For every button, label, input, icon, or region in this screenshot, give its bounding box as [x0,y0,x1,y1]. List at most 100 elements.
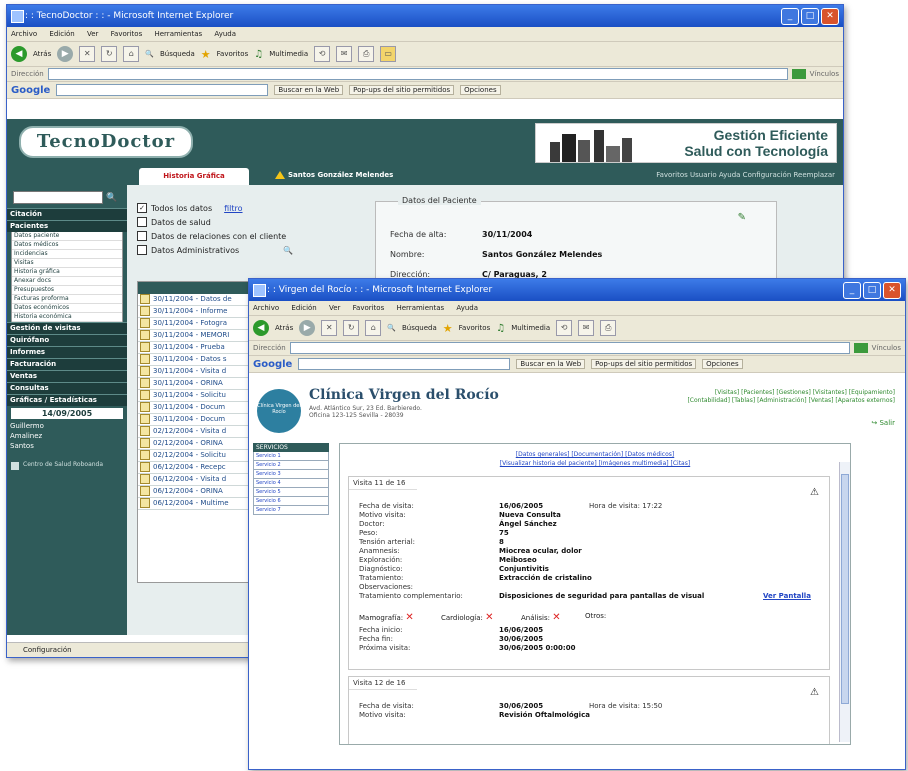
stop-icon[interactable]: ✕ [79,46,96,62]
service-item[interactable]: Servicio 2 [253,461,329,470]
back-label[interactable]: Atrás [33,50,51,58]
sidebar-item-informes[interactable]: Informes [7,346,127,358]
sidebar-user[interactable]: Santos [7,441,127,451]
menu-ver[interactable]: Ver [329,304,340,312]
google-popups-button[interactable]: Pop-ups del sitio permitidos [349,85,455,95]
checkbox[interactable] [137,245,147,255]
multimedia-label[interactable]: Multimedia [269,50,308,58]
checkbox-row[interactable]: Datos de relaciones con el cliente [137,229,355,243]
clinic-logo[interactable]: Clínica Virgen del Rocío [257,389,301,433]
menu-favoritos[interactable]: Favoritos [353,304,385,312]
print-icon[interactable]: ⎙ [600,320,617,336]
minimize-button[interactable]: _ [781,8,799,25]
google-search-web-button[interactable]: Buscar en la Web [516,359,586,369]
mail-icon[interactable]: ✉ [578,320,595,336]
google-options-button[interactable]: Opciones [460,85,501,95]
multimedia-label[interactable]: Multimedia [511,324,550,332]
forward-arrow-icon[interactable]: ▶ [299,320,316,336]
google-logo[interactable]: Google [11,85,50,96]
top-links-row-1[interactable]: [Visitas] [Pacientes] [Gestiones] [Visit… [687,389,895,397]
back-arrow-icon[interactable]: ◀ [11,46,27,62]
address-input[interactable] [47,68,788,80]
scrollbar[interactable] [839,462,850,742]
links-label[interactable]: Vínculos [872,344,901,352]
close-button[interactable]: ✕ [883,282,901,299]
menu-herramientas[interactable]: Herramientas [154,30,202,38]
checkbox[interactable] [137,217,147,227]
menu-ayuda[interactable]: Ayuda [214,30,236,38]
search-icon[interactable]: 🔍 [145,50,154,58]
google-options-button[interactable]: Opciones [702,359,743,369]
service-item[interactable]: Servicio 7 [253,506,329,515]
tab-patient[interactable]: Santos González Melendes [275,165,393,185]
logout-link[interactable]: ↪ Salir [871,419,895,427]
mail-icon[interactable]: ✉ [336,46,353,62]
tab-historia-grafica[interactable]: Historia Gráfica [139,168,249,185]
checkbox-checked[interactable]: ✓ [137,203,147,213]
minimize-button[interactable]: _ [843,282,861,299]
patient-nav-links[interactable]: [Datos generales] [Documentación] [Datos… [340,450,850,459]
home-icon[interactable]: ⌂ [123,46,140,62]
sidebar-item-graficas[interactable]: Gráficas / Estadísticas [7,394,127,406]
refresh-icon[interactable]: ↻ [101,46,118,62]
address-input[interactable] [289,342,850,354]
maximize-button[interactable]: □ [863,282,881,299]
sidebar-item-pacientes[interactable]: Pacientes [7,220,127,232]
search-icon[interactable]: 🔍 [283,246,293,255]
google-search-web-button[interactable]: Buscar en la Web [274,85,344,95]
checkbox-row[interactable]: Datos de salud [137,215,355,229]
stop-icon[interactable]: ✕ [321,320,338,336]
sidebar-item-citacion[interactable]: Citación [7,208,127,220]
search-label[interactable]: Búsqueda [402,324,437,332]
menu-archivo[interactable]: Archivo [253,304,279,312]
submenu-item[interactable]: Facturas proforma [12,295,122,304]
history-icon[interactable]: ⟲ [556,320,573,336]
google-logo[interactable]: Google [253,359,292,370]
checkbox[interactable] [137,231,147,241]
maximize-button[interactable]: □ [801,8,819,25]
favorites-star-icon[interactable]: ★ [201,48,211,61]
go-button[interactable] [853,343,868,353]
submenu-item[interactable]: Incidencias [12,250,122,259]
print-icon[interactable]: ⎙ [358,46,375,62]
sidebar-date[interactable]: 14/09/2005 [11,408,123,419]
submenu-item[interactable]: Visitas [12,259,122,268]
google-search-input[interactable] [56,84,269,96]
favorites-star-icon[interactable]: ★ [443,322,453,335]
window-titlebar[interactable]: : : TecnoDoctor : : - Microsoft Internet… [7,5,843,27]
google-search-input[interactable] [298,358,511,370]
sidebar-user[interactable]: Guillermo [7,421,127,431]
service-item[interactable]: Servicio 6 [253,497,329,506]
service-item[interactable]: Servicio 1 [253,452,329,461]
filter-link[interactable]: filtro [224,204,242,213]
service-item[interactable]: Servicio 4 [253,479,329,488]
checkbox-row[interactable]: ✓ Todos los datos filtro [137,201,355,215]
favorites-label[interactable]: Favoritos [459,324,491,332]
checkbox-row[interactable]: Datos Administrativos 🔍 [137,243,355,257]
go-button[interactable] [791,69,806,79]
google-popups-button[interactable]: Pop-ups del sitio permitidos [591,359,697,369]
home-icon[interactable]: ⌂ [365,320,382,336]
favorites-label[interactable]: Favoritos [217,50,249,58]
menu-edicion[interactable]: Edición [291,304,316,312]
submenu-item[interactable]: Datos médicos [12,241,122,250]
scrollbar-thumb[interactable] [841,474,849,704]
service-item[interactable]: Servicio 3 [253,470,329,479]
view-screen-link[interactable]: Ver Pantalla [763,592,811,600]
menu-edicion[interactable]: Edición [49,30,74,38]
submenu-item[interactable]: Datos paciente [12,232,122,241]
submenu-item[interactable]: Anexar docs [12,277,122,286]
edit-icon[interactable]: ✎ [738,212,746,223]
sidebar-search-input[interactable] [13,191,103,204]
menu-herramientas[interactable]: Herramientas [396,304,444,312]
multimedia-icon[interactable]: ♫ [254,49,263,60]
back-label[interactable]: Atrás [275,324,293,332]
window-titlebar[interactable]: : : Virgen del Rocío : : - Microsoft Int… [249,279,905,301]
forward-arrow-icon[interactable]: ▶ [57,46,74,62]
patient-nav-links-2[interactable]: [Visualizar historia del paciente] [Imág… [340,459,850,468]
submenu-item[interactable]: Historia gráfica [12,268,122,277]
service-item[interactable]: Servicio 5 [253,488,329,497]
sidebar-item-quirofano[interactable]: Quirófano [7,334,127,346]
multimedia-icon[interactable]: ♫ [496,323,505,334]
sidebar-user[interactable]: Amalinez [7,431,127,441]
